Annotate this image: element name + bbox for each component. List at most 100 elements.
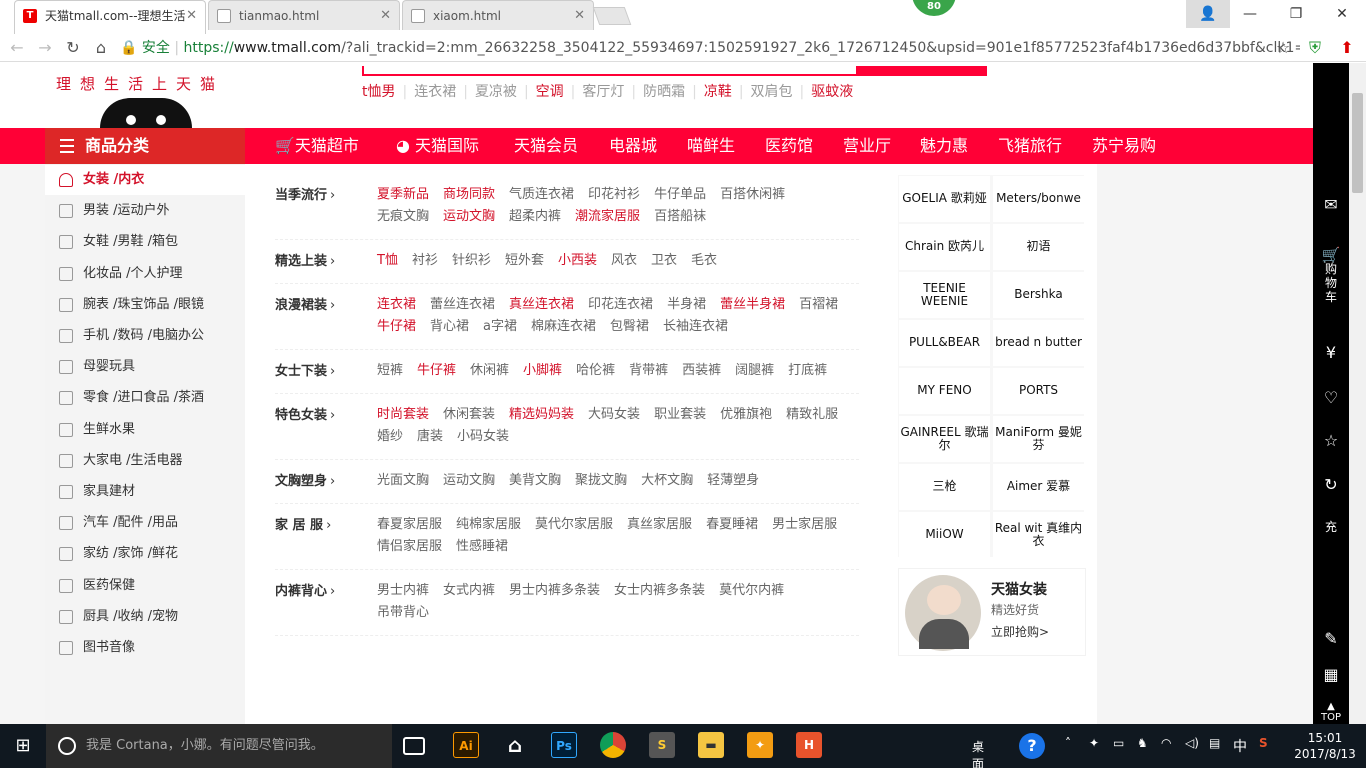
network-icon[interactable]: ▭ [1113, 736, 1124, 750]
hot-word-link[interactable]: 双肩包 [751, 84, 793, 100]
subcategory-link[interactable]: 牛仔单品 [654, 184, 706, 206]
hbuilder-icon[interactable]: H [796, 732, 822, 758]
subcategory-link[interactable]: 春夏睡裙 [706, 514, 758, 536]
brand-logo[interactable]: PORTS [993, 368, 1084, 414]
menu-item-fresh[interactable]: 喵鲜生 [687, 128, 735, 164]
subcategory-link[interactable]: 时尚套装 [377, 404, 429, 426]
brand-logo[interactable]: MiiOW [899, 512, 990, 558]
subcategory-link[interactable]: 背心裙 [430, 316, 469, 338]
subcategory-link[interactable]: 小西装 [558, 250, 597, 272]
category-item[interactable]: 女鞋 /男鞋 /箱包 [45, 227, 245, 257]
subcategory-link[interactable]: 女式内裤 [443, 580, 495, 602]
subcategory-title[interactable]: 浪漫裙装 › [275, 294, 335, 313]
sublime-icon[interactable]: S [649, 732, 675, 758]
subcategory-link[interactable]: 衬衫 [412, 250, 438, 272]
recharge-icon[interactable]: 充 [1313, 518, 1349, 535]
menu-item-suning[interactable]: 苏宁易购 [1092, 128, 1156, 164]
promo-cta[interactable]: 立即抢购> [991, 623, 1049, 640]
subcategory-link[interactable]: 休闲套装 [443, 404, 495, 426]
hot-word-link[interactable]: 客厅灯 [582, 84, 624, 100]
cart-button[interactable]: 🛒 购 物 车 [1313, 248, 1349, 305]
subcategory-link[interactable]: 性感睡裙 [456, 536, 508, 558]
subcategory-link[interactable]: 大杯文胸 [641, 470, 693, 492]
category-item[interactable]: 汽车 /配件 /用品 [45, 508, 245, 538]
brand-logo[interactable]: Chrain 欧芮儿 [899, 224, 990, 270]
task-view-icon[interactable] [403, 737, 425, 755]
subcategory-link[interactable]: 蕾丝半身裙 [720, 294, 785, 316]
menu-item-pharmacy[interactable]: 医药馆 [765, 128, 813, 164]
subcategory-link[interactable]: 吊带背心 [377, 602, 429, 624]
subcategory-link[interactable]: 打底裤 [788, 360, 827, 382]
subcategory-link[interactable]: 运动文胸 [443, 470, 495, 492]
scrollbar-thumb[interactable] [1352, 93, 1363, 193]
menu-item-supermarket[interactable]: 🛒天猫超市 [275, 128, 359, 164]
subcategory-link[interactable]: 大码女装 [588, 404, 640, 426]
brand-logo[interactable]: 三枪 [899, 464, 990, 510]
subcategory-link[interactable]: 春夏家居服 [377, 514, 442, 536]
subcategory-link[interactable]: 百搭休闲裤 [720, 184, 785, 206]
wifi-icon[interactable]: ◠ [1161, 736, 1171, 750]
subcategory-link[interactable]: 商场同款 [443, 184, 495, 206]
tmall-cat-logo[interactable] [100, 98, 192, 128]
restore-button[interactable]: ❐ [1273, 0, 1319, 28]
subcategory-link[interactable]: 百褶裙 [799, 294, 838, 316]
windows-start-icon[interactable]: ⊞ [0, 724, 46, 768]
minimize-button[interactable]: — [1227, 0, 1273, 28]
reload-icon[interactable]: ↻ [62, 38, 84, 58]
user-icon[interactable]: 👤 [1186, 0, 1230, 28]
shield-icon[interactable]: ⛨ [1304, 38, 1326, 58]
subcategory-title[interactable]: 内裤背心 › [275, 580, 335, 599]
hot-word-link[interactable]: 凉鞋 [704, 84, 732, 100]
subcategory-link[interactable]: 真丝家居服 [627, 514, 692, 536]
brand-logo[interactable]: bread n butter [993, 320, 1084, 366]
subcategory-link[interactable]: 美背文胸 [509, 470, 561, 492]
subcategory-link[interactable]: 背带裤 [629, 360, 668, 382]
category-item[interactable]: 手机 /数码 /电脑办公 [45, 321, 245, 351]
subcategory-link[interactable]: 百搭船袜 [654, 206, 706, 228]
category-item[interactable]: 化妆品 /个人护理 [45, 259, 245, 289]
subcategory-link[interactable]: 风衣 [611, 250, 637, 272]
subcategory-link[interactable]: 卫衣 [651, 250, 677, 272]
illustrator-icon[interactable]: Ai [453, 732, 479, 758]
brand-logo[interactable]: Bershka [993, 272, 1084, 318]
bookmark-star-icon[interactable]: ☆ [1272, 38, 1294, 58]
subcategory-link[interactable]: 牛仔裙 [377, 316, 416, 338]
subcategory-link[interactable]: 婚纱 [377, 426, 403, 448]
category-item[interactable]: 零食 /进口食品 /茶酒 [45, 383, 245, 413]
brand-logo[interactable]: GAINREEL 歌瑞尔 [899, 416, 990, 462]
subcategory-link[interactable]: 连衣裙 [377, 294, 416, 316]
subcategory-link[interactable]: 聚拢文胸 [575, 470, 627, 492]
brand-logo[interactable]: TEENIE WEENIE [899, 272, 990, 318]
address-bar[interactable]: 🔒 安全 | https://www.tmall.com/?ali_tracki… [120, 36, 1300, 60]
package-icon[interactable]: ✦ [747, 732, 773, 758]
category-menu-button[interactable]: 商品分类 [45, 128, 245, 164]
subcategory-link[interactable]: 棉麻连衣裙 [531, 316, 596, 338]
promo-card[interactable]: 天猫女装 精选好货 立即抢购> [898, 568, 1086, 656]
subcategory-link[interactable]: 优雅旗袍 [720, 404, 772, 426]
desktop-label[interactable]: 桌面 [972, 738, 984, 772]
history-icon[interactable]: ↻ [1313, 475, 1349, 494]
hot-word-link[interactable]: 防晒霜 [643, 84, 685, 100]
menu-item-meilihui[interactable]: 魅力惠 [920, 128, 968, 164]
yen-icon[interactable]: ¥ [1313, 343, 1349, 362]
subcategory-title[interactable]: 文胸塑身 › [275, 470, 335, 489]
subcategory-link[interactable]: 长袖连衣裙 [663, 316, 728, 338]
hot-word-link[interactable]: 空调 [536, 84, 564, 100]
hot-word-link[interactable]: 驱蚊液 [811, 84, 853, 100]
category-item[interactable]: 家纺 /家饰 /鲜花 [45, 539, 245, 569]
subcategory-link[interactable]: 莫代尔家居服 [535, 514, 613, 536]
category-item[interactable]: 图书音像 [45, 633, 245, 663]
subcategory-link[interactable]: 运动文胸 [443, 206, 495, 228]
subcategory-link[interactable]: 短裤 [377, 360, 403, 382]
subcategory-title[interactable]: 家 居 服 › [275, 514, 331, 533]
tab-tmall[interactable]: T 天猫tmall.com--理想生活 ✕ [14, 0, 206, 34]
back-icon[interactable]: ← [6, 38, 28, 58]
subcategory-link[interactable]: 毛衣 [691, 250, 717, 272]
subcategory-link[interactable]: 半身裙 [667, 294, 706, 316]
brand-logo[interactable]: 初语 [993, 224, 1084, 270]
subcategory-link[interactable]: 职业套装 [654, 404, 706, 426]
qrcode-icon[interactable]: ▦ [1313, 665, 1349, 684]
subcategory-link[interactable]: 印花连衣裙 [588, 294, 653, 316]
category-item[interactable]: 家具建材 [45, 477, 245, 507]
subcategory-link[interactable]: a字裙 [483, 316, 517, 338]
